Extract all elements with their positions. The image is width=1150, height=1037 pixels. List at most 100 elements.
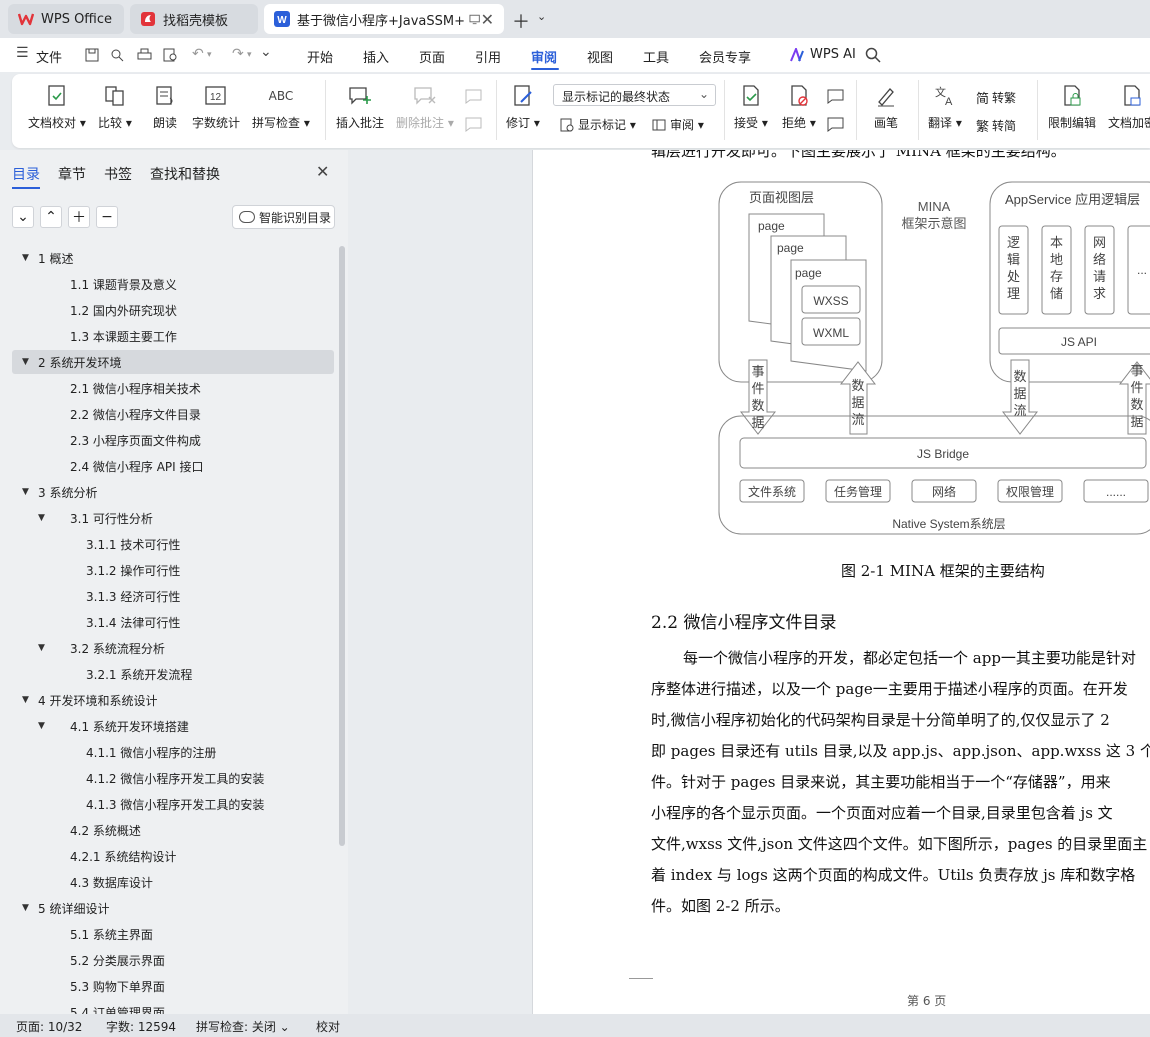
toc-item[interactable]: ▼ 1 概述 bbox=[12, 246, 334, 270]
insert-comment-button[interactable]: 插入批注 bbox=[336, 82, 384, 131]
doc-check-button[interactable]: 文档校对 ▾ bbox=[28, 82, 86, 131]
menu-page[interactable]: 页面 bbox=[419, 47, 445, 66]
toc-scrollbar[interactable] bbox=[339, 246, 345, 846]
new-tab-icon[interactable]: ＋ bbox=[512, 8, 530, 34]
toc-item[interactable]: 4.1.1 微信小程序的注册 bbox=[12, 740, 334, 764]
print-icon[interactable] bbox=[137, 48, 152, 62]
toc-item[interactable]: 4.1.3 微信小程序开发工具的安装 bbox=[12, 792, 334, 816]
toc-item[interactable]: 3.1.3 经济可行性 bbox=[12, 584, 334, 608]
toc-item[interactable]: 2.1 微信小程序相关技术 bbox=[12, 376, 334, 400]
undo-dropdown-icon[interactable]: ▾ bbox=[207, 50, 212, 60]
markup-state-select[interactable]: 显示标记的最终状态 ⌄ bbox=[553, 84, 716, 106]
toc-item[interactable]: 1.2 国内外研究现状 bbox=[12, 298, 334, 322]
toc-item[interactable]: ▼ 4 开发环境和系统设计 bbox=[12, 688, 334, 712]
remove-heading-button[interactable]: − bbox=[96, 206, 118, 228]
tab-bookmarks[interactable]: 书签 bbox=[104, 164, 132, 184]
toc-item[interactable]: ▼ 3.2 系统流程分析 bbox=[12, 636, 334, 660]
save-icon[interactable] bbox=[85, 48, 99, 62]
expand-arrow-icon[interactable]: ▼ bbox=[22, 487, 29, 497]
add-heading-button[interactable]: ＋ bbox=[68, 206, 90, 228]
tab-toc[interactable]: 目录 bbox=[12, 164, 40, 184]
chevron-down-icon[interactable]: ⌄ bbox=[537, 10, 546, 23]
toc-item[interactable]: 2.3 小程序页面文件构成 bbox=[12, 428, 334, 452]
toc-item[interactable]: 2.2 微信小程序文件目录 bbox=[12, 402, 334, 426]
previous-comment-icon[interactable] bbox=[464, 88, 484, 104]
toc-item[interactable]: ▼ 3.1 可行性分析 bbox=[12, 506, 334, 530]
toc-item[interactable]: 4.2.1 系统结构设计 bbox=[12, 844, 334, 868]
to-traditional-button[interactable]: 简 转繁 bbox=[976, 88, 1016, 107]
to-simplified-button[interactable]: 繁 转简 bbox=[976, 116, 1016, 135]
toc-item[interactable]: 5.4 订单管理界面 bbox=[12, 1000, 334, 1015]
expand-arrow-icon[interactable]: ▼ bbox=[22, 253, 29, 263]
toc-item[interactable]: 2.4 微信小程序 API 接口 bbox=[12, 454, 334, 478]
menu-review[interactable]: 审阅 bbox=[531, 47, 557, 66]
read-aloud-button[interactable]: 朗读 bbox=[151, 82, 179, 131]
page-indicator[interactable]: 页面: 10/32 bbox=[16, 1018, 82, 1035]
review-pane-button[interactable]: 审阅 ▾ bbox=[652, 116, 704, 133]
tab-chapters[interactable]: 章节 bbox=[58, 164, 86, 184]
print-preview-icon[interactable] bbox=[163, 48, 178, 62]
expand-arrow-icon[interactable]: ▼ bbox=[38, 721, 45, 731]
menu-wps-ai[interactable]: WPS AI bbox=[810, 47, 856, 62]
close-tab-icon[interactable]: ✕ bbox=[481, 10, 494, 29]
toc-item[interactable]: 4.1.2 微信小程序开发工具的安装 bbox=[12, 766, 334, 790]
reject-button[interactable]: 拒绝 ▾ bbox=[782, 82, 816, 131]
close-pane-icon[interactable]: ✕ bbox=[316, 162, 329, 181]
toc-item[interactable]: 3.2.1 系统开发流程 bbox=[12, 662, 334, 686]
expand-arrow-icon[interactable]: ▼ bbox=[38, 643, 45, 653]
delete-comment-button[interactable]: 删除批注 ▾ bbox=[396, 82, 454, 131]
smart-toc-button[interactable]: 智能识别目录 bbox=[232, 205, 335, 229]
expand-arrow-icon[interactable]: ▼ bbox=[38, 513, 45, 523]
menu-view[interactable]: 视图 bbox=[587, 47, 613, 66]
compare-button[interactable]: 比较 ▾ bbox=[98, 82, 132, 131]
toc-item[interactable]: 1.1 课题背景及意义 bbox=[12, 272, 334, 296]
word-count-button[interactable]: 12 字数统计 bbox=[192, 82, 240, 131]
tab-template[interactable]: 找稻壳模板 bbox=[130, 4, 258, 34]
toc-item[interactable]: 3.1.1 技术可行性 bbox=[12, 532, 334, 556]
toc-item[interactable]: ▼ 2 系统开发环境 bbox=[12, 350, 334, 374]
document-page[interactable]: 辑层进行开发即可。下图主要展示了 MINA 框架的主要结构。 页面视图层 pag… bbox=[532, 150, 1150, 1014]
menu-tools[interactable]: 工具 bbox=[643, 47, 669, 66]
doc-encrypt-button[interactable]: 文档加密 bbox=[1108, 82, 1150, 131]
menu-file[interactable]: 文件 bbox=[36, 47, 62, 66]
proofread-indicator[interactable]: 校对 bbox=[316, 1018, 340, 1035]
toc-item[interactable]: 4.2 系统概述 bbox=[12, 818, 334, 842]
next-change-icon[interactable] bbox=[826, 116, 846, 132]
toc-item[interactable]: 3.1.2 操作可行性 bbox=[12, 558, 334, 582]
menu-member[interactable]: 会员专享 bbox=[699, 47, 751, 66]
export-icon[interactable] bbox=[110, 48, 124, 62]
toc-item[interactable]: ▼ 4.1 系统开发环境搭建 bbox=[12, 714, 334, 738]
toc-item[interactable]: 3.1.4 法律可行性 bbox=[12, 610, 334, 634]
search-icon[interactable] bbox=[865, 47, 881, 63]
expand-arrow-icon[interactable]: ▼ bbox=[22, 357, 29, 367]
more-chevron-icon[interactable]: ⌄ bbox=[260, 44, 272, 60]
tab-wps-office[interactable]: WPS Office bbox=[8, 4, 124, 34]
menu-start[interactable]: 开始 bbox=[307, 47, 333, 66]
toc-item[interactable]: ▼ 5 统详细设计 bbox=[12, 896, 334, 920]
word-count-indicator[interactable]: 字数: 12594 bbox=[106, 1018, 176, 1035]
monitor-icon[interactable] bbox=[469, 13, 481, 25]
toc-item[interactable]: ▼ 3 系统分析 bbox=[12, 480, 334, 504]
toc-item[interactable]: 5.2 分类展示界面 bbox=[12, 948, 334, 972]
hamburger-menu-icon[interactable]: ☰ bbox=[16, 45, 29, 61]
toc-item[interactable]: 4.3 数据库设计 bbox=[12, 870, 334, 894]
toc-item[interactable]: 5.1 系统主界面 bbox=[12, 922, 334, 946]
collapse-all-button[interactable]: ⌄ bbox=[12, 206, 34, 228]
restrict-edit-button[interactable]: 限制编辑 bbox=[1048, 82, 1096, 131]
tab-document[interactable]: W 基于微信小程序+JavaSSM+M ✕ bbox=[264, 4, 504, 34]
accept-button[interactable]: 接受 ▾ bbox=[734, 82, 768, 131]
show-markup-button[interactable]: 显示标记 ▾ bbox=[560, 116, 636, 133]
redo-icon[interactable]: ↷ bbox=[232, 46, 244, 62]
toc-item[interactable]: 5.3 购物下单界面 bbox=[12, 974, 334, 998]
translate-button[interactable]: 文A 翻译 ▾ bbox=[928, 82, 962, 131]
expand-arrow-icon[interactable]: ▼ bbox=[22, 903, 29, 913]
menu-reference[interactable]: 引用 bbox=[475, 47, 501, 66]
spell-check-indicator[interactable]: 拼写检查: 关闭 ⌄ bbox=[196, 1018, 290, 1035]
tab-find-replace[interactable]: 查找和替换 bbox=[150, 164, 220, 184]
toc-item[interactable]: 1.3 本课题主要工作 bbox=[12, 324, 334, 348]
pen-button[interactable]: 画笔 bbox=[872, 82, 900, 131]
expand-arrow-icon[interactable]: ▼ bbox=[22, 695, 29, 705]
previous-change-icon[interactable] bbox=[826, 88, 846, 104]
expand-up-button[interactable]: ⌃ bbox=[40, 206, 62, 228]
next-comment-icon[interactable] bbox=[464, 116, 484, 132]
